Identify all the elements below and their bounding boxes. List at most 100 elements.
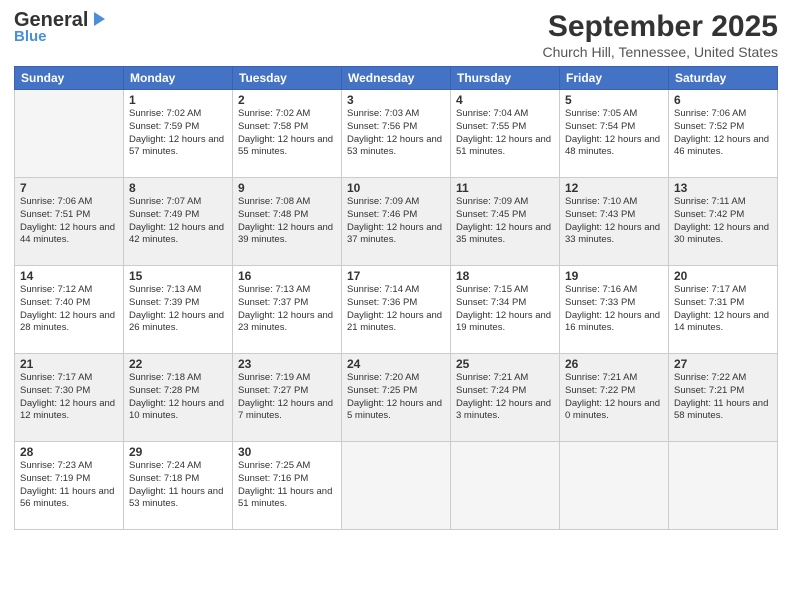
day-info: Sunrise: 7:06 AMSunset: 7:51 PMDaylight:… xyxy=(20,196,118,247)
calendar-week-2: 7Sunrise: 7:06 AMSunset: 7:51 PMDaylight… xyxy=(15,178,778,266)
logo: General Blue xyxy=(14,10,107,45)
calendar-cell-2-6: 12Sunrise: 7:10 AMSunset: 7:43 PMDayligh… xyxy=(560,178,669,266)
calendar-cell-2-5: 11Sunrise: 7:09 AMSunset: 7:45 PMDayligh… xyxy=(451,178,560,266)
calendar-cell-1-5: 4Sunrise: 7:04 AMSunset: 7:55 PMDaylight… xyxy=(451,90,560,178)
day-number: 7 xyxy=(20,181,118,195)
day-number: 10 xyxy=(347,181,445,195)
day-info: Sunrise: 7:10 AMSunset: 7:43 PMDaylight:… xyxy=(565,196,663,247)
calendar-cell-2-3: 9Sunrise: 7:08 AMSunset: 7:48 PMDaylight… xyxy=(233,178,342,266)
day-number: 14 xyxy=(20,269,118,283)
calendar-cell-3-2: 15Sunrise: 7:13 AMSunset: 7:39 PMDayligh… xyxy=(124,266,233,354)
calendar-cell-4-5: 25Sunrise: 7:21 AMSunset: 7:24 PMDayligh… xyxy=(451,354,560,442)
day-number: 12 xyxy=(565,181,663,195)
calendar-cell-4-1: 21Sunrise: 7:17 AMSunset: 7:30 PMDayligh… xyxy=(15,354,124,442)
logo-general: General xyxy=(14,10,88,30)
calendar-cell-1-7: 6Sunrise: 7:06 AMSunset: 7:52 PMDaylight… xyxy=(669,90,778,178)
calendar-cell-4-6: 26Sunrise: 7:21 AMSunset: 7:22 PMDayligh… xyxy=(560,354,669,442)
day-number: 15 xyxy=(129,269,227,283)
page: General Blue September 2025 Church Hill,… xyxy=(0,0,792,612)
day-info: Sunrise: 7:02 AMSunset: 7:59 PMDaylight:… xyxy=(129,108,227,159)
day-number: 17 xyxy=(347,269,445,283)
day-number: 8 xyxy=(129,181,227,195)
day-number: 19 xyxy=(565,269,663,283)
day-number: 29 xyxy=(129,445,227,459)
weekday-header-thursday: Thursday xyxy=(451,67,560,90)
weekday-header-saturday: Saturday xyxy=(669,67,778,90)
day-info: Sunrise: 7:02 AMSunset: 7:58 PMDaylight:… xyxy=(238,108,336,159)
day-info: Sunrise: 7:22 AMSunset: 7:21 PMDaylight:… xyxy=(674,372,772,423)
weekday-header-friday: Friday xyxy=(560,67,669,90)
day-number: 23 xyxy=(238,357,336,371)
logo-icon xyxy=(89,10,107,28)
day-info: Sunrise: 7:09 AMSunset: 7:45 PMDaylight:… xyxy=(456,196,554,247)
day-info: Sunrise: 7:25 AMSunset: 7:16 PMDaylight:… xyxy=(238,460,336,511)
calendar-cell-1-3: 2Sunrise: 7:02 AMSunset: 7:58 PMDaylight… xyxy=(233,90,342,178)
calendar-cell-4-3: 23Sunrise: 7:19 AMSunset: 7:27 PMDayligh… xyxy=(233,354,342,442)
day-number: 9 xyxy=(238,181,336,195)
day-info: Sunrise: 7:13 AMSunset: 7:39 PMDaylight:… xyxy=(129,284,227,335)
calendar-cell-1-4: 3Sunrise: 7:03 AMSunset: 7:56 PMDaylight… xyxy=(342,90,451,178)
day-info: Sunrise: 7:14 AMSunset: 7:36 PMDaylight:… xyxy=(347,284,445,335)
day-info: Sunrise: 7:03 AMSunset: 7:56 PMDaylight:… xyxy=(347,108,445,159)
day-number: 1 xyxy=(129,93,227,107)
calendar-cell-1-2: 1Sunrise: 7:02 AMSunset: 7:59 PMDaylight… xyxy=(124,90,233,178)
day-number: 16 xyxy=(238,269,336,283)
day-info: Sunrise: 7:21 AMSunset: 7:24 PMDaylight:… xyxy=(456,372,554,423)
calendar-cell-3-1: 14Sunrise: 7:12 AMSunset: 7:40 PMDayligh… xyxy=(15,266,124,354)
day-number: 4 xyxy=(456,93,554,107)
day-number: 28 xyxy=(20,445,118,459)
day-info: Sunrise: 7:24 AMSunset: 7:18 PMDaylight:… xyxy=(129,460,227,511)
calendar-cell-4-4: 24Sunrise: 7:20 AMSunset: 7:25 PMDayligh… xyxy=(342,354,451,442)
day-info: Sunrise: 7:21 AMSunset: 7:22 PMDaylight:… xyxy=(565,372,663,423)
day-info: Sunrise: 7:05 AMSunset: 7:54 PMDaylight:… xyxy=(565,108,663,159)
weekday-header-wednesday: Wednesday xyxy=(342,67,451,90)
day-info: Sunrise: 7:12 AMSunset: 7:40 PMDaylight:… xyxy=(20,284,118,335)
calendar-cell-1-1 xyxy=(15,90,124,178)
day-number: 11 xyxy=(456,181,554,195)
day-info: Sunrise: 7:18 AMSunset: 7:28 PMDaylight:… xyxy=(129,372,227,423)
calendar-table: SundayMondayTuesdayWednesdayThursdayFrid… xyxy=(14,66,778,530)
title-block: September 2025 Church Hill, Tennessee, U… xyxy=(542,10,778,60)
calendar-week-5: 28Sunrise: 7:23 AMSunset: 7:19 PMDayligh… xyxy=(15,442,778,530)
calendar-cell-5-3: 30Sunrise: 7:25 AMSunset: 7:16 PMDayligh… xyxy=(233,442,342,530)
day-number: 2 xyxy=(238,93,336,107)
location-title: Church Hill, Tennessee, United States xyxy=(542,44,778,60)
day-info: Sunrise: 7:20 AMSunset: 7:25 PMDaylight:… xyxy=(347,372,445,423)
day-number: 27 xyxy=(674,357,772,371)
weekday-header-tuesday: Tuesday xyxy=(233,67,342,90)
day-number: 3 xyxy=(347,93,445,107)
calendar-cell-5-5 xyxy=(451,442,560,530)
day-info: Sunrise: 7:16 AMSunset: 7:33 PMDaylight:… xyxy=(565,284,663,335)
day-number: 18 xyxy=(456,269,554,283)
logo-blue: Blue xyxy=(14,28,47,45)
day-number: 30 xyxy=(238,445,336,459)
calendar-cell-5-6 xyxy=(560,442,669,530)
calendar-week-4: 21Sunrise: 7:17 AMSunset: 7:30 PMDayligh… xyxy=(15,354,778,442)
calendar-cell-2-4: 10Sunrise: 7:09 AMSunset: 7:46 PMDayligh… xyxy=(342,178,451,266)
header: General Blue September 2025 Church Hill,… xyxy=(14,10,778,60)
calendar-cell-1-6: 5Sunrise: 7:05 AMSunset: 7:54 PMDaylight… xyxy=(560,90,669,178)
calendar-cell-3-4: 17Sunrise: 7:14 AMSunset: 7:36 PMDayligh… xyxy=(342,266,451,354)
calendar-cell-3-6: 19Sunrise: 7:16 AMSunset: 7:33 PMDayligh… xyxy=(560,266,669,354)
day-number: 20 xyxy=(674,269,772,283)
calendar-cell-3-7: 20Sunrise: 7:17 AMSunset: 7:31 PMDayligh… xyxy=(669,266,778,354)
calendar-cell-3-3: 16Sunrise: 7:13 AMSunset: 7:37 PMDayligh… xyxy=(233,266,342,354)
calendar-week-3: 14Sunrise: 7:12 AMSunset: 7:40 PMDayligh… xyxy=(15,266,778,354)
day-info: Sunrise: 7:08 AMSunset: 7:48 PMDaylight:… xyxy=(238,196,336,247)
day-number: 6 xyxy=(674,93,772,107)
day-number: 5 xyxy=(565,93,663,107)
day-info: Sunrise: 7:06 AMSunset: 7:52 PMDaylight:… xyxy=(674,108,772,159)
day-number: 24 xyxy=(347,357,445,371)
day-number: 26 xyxy=(565,357,663,371)
day-info: Sunrise: 7:07 AMSunset: 7:49 PMDaylight:… xyxy=(129,196,227,247)
weekday-header-monday: Monday xyxy=(124,67,233,90)
calendar-cell-4-2: 22Sunrise: 7:18 AMSunset: 7:28 PMDayligh… xyxy=(124,354,233,442)
day-info: Sunrise: 7:13 AMSunset: 7:37 PMDaylight:… xyxy=(238,284,336,335)
day-number: 25 xyxy=(456,357,554,371)
day-info: Sunrise: 7:23 AMSunset: 7:19 PMDaylight:… xyxy=(20,460,118,511)
day-info: Sunrise: 7:17 AMSunset: 7:30 PMDaylight:… xyxy=(20,372,118,423)
calendar-cell-5-4 xyxy=(342,442,451,530)
day-number: 22 xyxy=(129,357,227,371)
day-info: Sunrise: 7:09 AMSunset: 7:46 PMDaylight:… xyxy=(347,196,445,247)
day-info: Sunrise: 7:15 AMSunset: 7:34 PMDaylight:… xyxy=(456,284,554,335)
